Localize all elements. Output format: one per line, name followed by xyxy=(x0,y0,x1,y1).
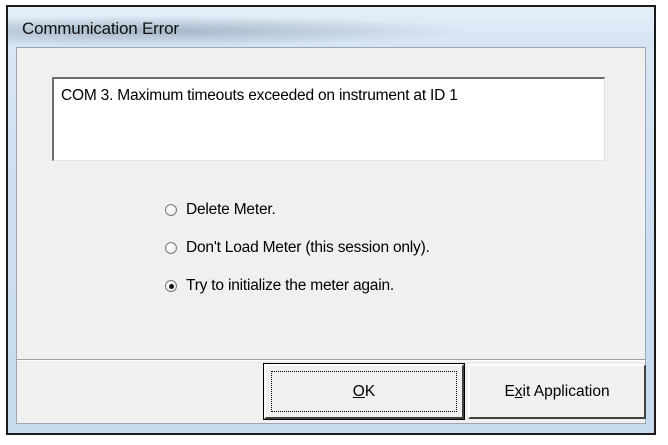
radio-button-icon[interactable] xyxy=(165,204,177,216)
dialog-window: Communication Error COM 3. Maximum timeo… xyxy=(6,5,656,435)
message-box: COM 3. Maximum timeouts exceeded on inst… xyxy=(52,77,605,161)
radio-button-icon[interactable] xyxy=(165,242,177,254)
button-separator xyxy=(17,359,645,361)
ok-label: OK xyxy=(352,382,376,400)
window-title: Communication Error xyxy=(22,19,179,38)
title-bar[interactable]: Communication Error xyxy=(8,7,654,47)
dialog-body: COM 3. Maximum timeouts exceeded on inst… xyxy=(16,47,646,424)
radio-button-selected-icon[interactable] xyxy=(165,280,177,292)
option-delete-meter[interactable]: Delete Meter. xyxy=(165,201,276,219)
ok-button[interactable]: OK xyxy=(263,363,465,420)
option-label: Try to initialize the meter again. xyxy=(186,277,394,294)
error-message: COM 3. Maximum timeouts exceeded on inst… xyxy=(61,87,458,104)
option-label: Delete Meter. xyxy=(186,201,276,218)
option-label: Don't Load Meter (this session only). xyxy=(186,239,430,256)
option-retry-initialize[interactable]: Try to initialize the meter again. xyxy=(165,277,394,295)
exit-application-button[interactable]: Exit Application xyxy=(468,364,646,419)
exit-label: Exit Application xyxy=(504,382,610,400)
option-dont-load-meter[interactable]: Don't Load Meter (this session only). xyxy=(165,239,430,257)
